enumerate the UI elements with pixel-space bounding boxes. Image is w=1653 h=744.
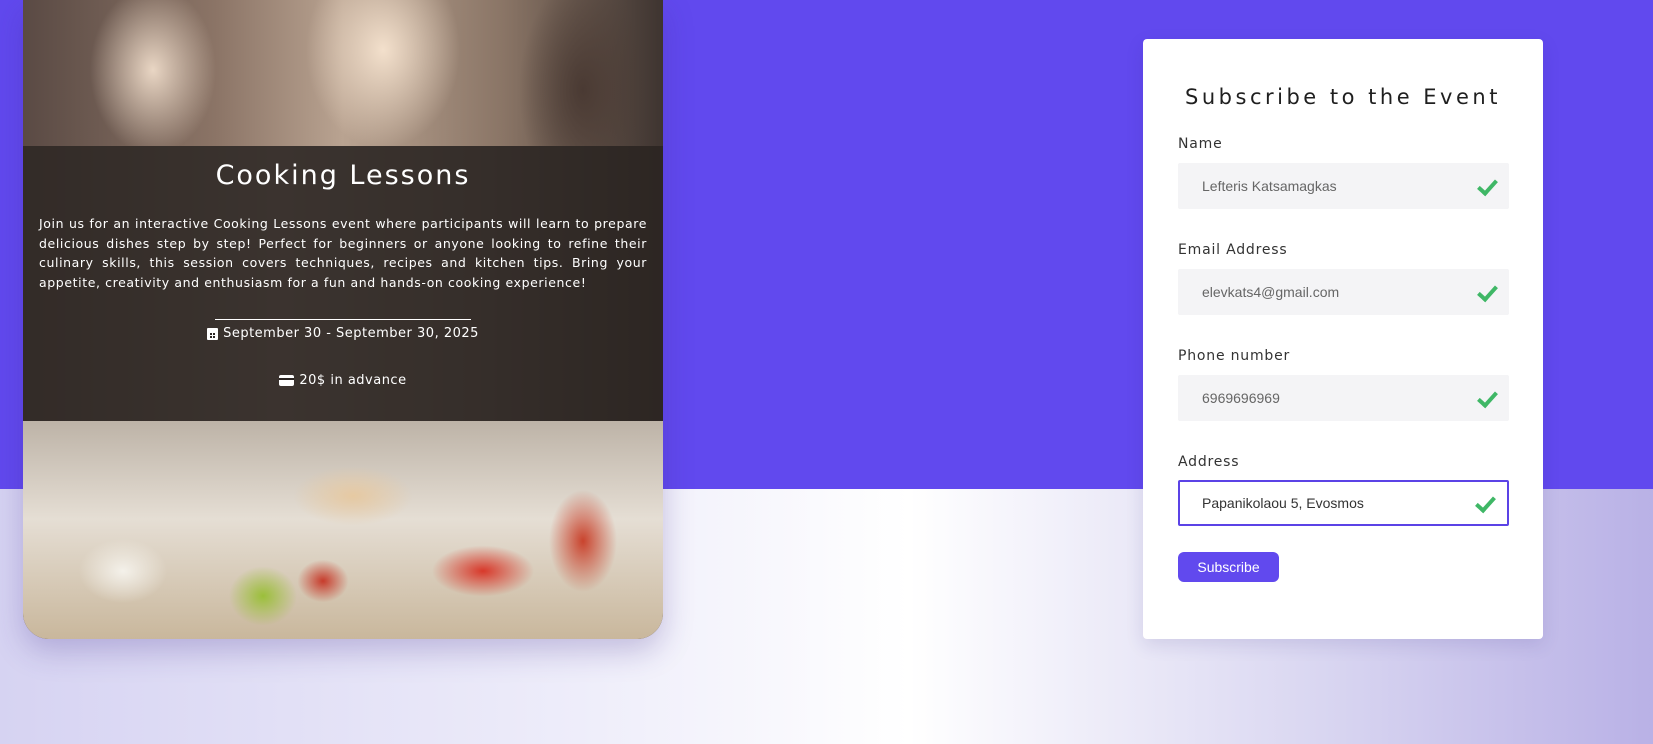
event-title: Cooking Lessons bbox=[215, 160, 471, 191]
email-label: Email Address bbox=[1178, 242, 1288, 258]
divider bbox=[215, 319, 471, 320]
address-input[interactable] bbox=[1180, 482, 1473, 524]
event-description: Join us for an interactive Cooking Lesso… bbox=[39, 216, 647, 290]
check-icon bbox=[1475, 175, 1497, 197]
form-title: Subscribe to the Event bbox=[1185, 85, 1501, 109]
subscribe-button[interactable]: Subscribe bbox=[1178, 552, 1279, 582]
email-field bbox=[1178, 269, 1509, 315]
credit-card-icon bbox=[279, 375, 295, 386]
photo-bottom-section bbox=[23, 421, 663, 639]
subscribe-form: Subscribe to the Event Name Email Addres… bbox=[1143, 39, 1543, 639]
calendar-icon bbox=[207, 327, 219, 340]
event-dates: September 30 - September 30, 2025 bbox=[23, 326, 663, 341]
name-field bbox=[1178, 163, 1509, 209]
event-price: 20$ in advance bbox=[23, 373, 663, 388]
check-icon bbox=[1475, 281, 1497, 303]
event-card: Cooking Lessons Join us for an interacti… bbox=[23, 0, 663, 639]
event-dates-text: September 30 - September 30, 2025 bbox=[223, 326, 479, 341]
address-label: Address bbox=[1178, 454, 1240, 470]
phone-label: Phone number bbox=[1178, 348, 1291, 364]
phone-field bbox=[1178, 375, 1509, 421]
check-icon bbox=[1473, 492, 1495, 514]
name-label: Name bbox=[1178, 136, 1223, 152]
email-input[interactable] bbox=[1178, 269, 1475, 315]
check-icon bbox=[1475, 387, 1497, 409]
event-price-text: 20$ in advance bbox=[299, 373, 407, 388]
phone-input[interactable] bbox=[1178, 375, 1475, 421]
name-input[interactable] bbox=[1178, 163, 1475, 209]
address-field bbox=[1178, 480, 1509, 526]
photo-top-section bbox=[23, 0, 663, 146]
event-info-overlay: Cooking Lessons Join us for an interacti… bbox=[23, 146, 663, 421]
